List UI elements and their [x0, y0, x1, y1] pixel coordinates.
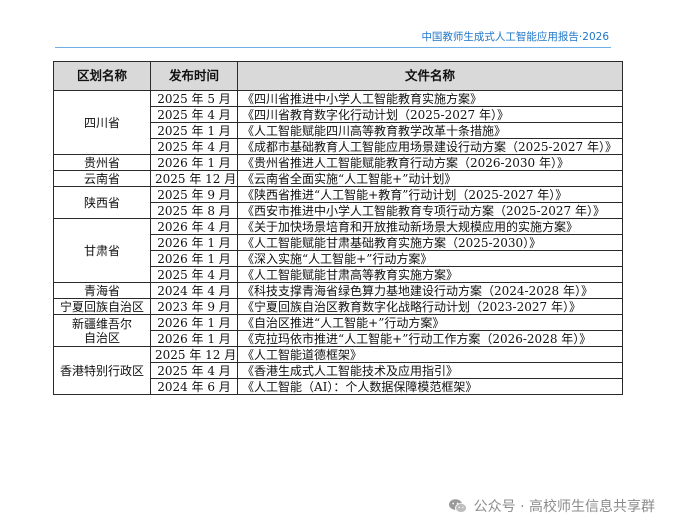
region-cell: 宁夏回族自治区 — [53, 298, 151, 315]
table-row: 宁夏回族自治区 2023 年 9 月《宁夏回族自治区教育数字化战略行动计划（202… — [53, 298, 623, 315]
table-row: 新疆维吾尔 自治区 2026 年 1 月《自治区推进“人工智能+”行动方案》 — [53, 314, 623, 347]
document-cell: 《人工智能赋能四川高等教育教学改革十条措施》 — [237, 122, 623, 139]
document-cell: 《四川省教育数字化行动计划（2025-2027 年）》 — [237, 106, 623, 123]
document-cell: 《人工智能（AI）：个人数据保障模范框架》 — [237, 378, 623, 395]
document-cell: 《香港生成式人工智能技术及应用指引》 — [237, 362, 623, 379]
table-row: 云南省 2025 年 12 月《云南省全面实施“人工智能+”动计划》 — [53, 170, 623, 187]
policy-table: 区划名称 发布时间 文件名称 四川省 2025 年 5 月《四川省推进中小学人工智… — [53, 61, 623, 395]
header-divider — [55, 47, 611, 48]
region-cell: 四川省 — [53, 90, 151, 155]
document-cell: 《西安市推进中小学人工智能教育专项行动方案（2025-2027 年）》 — [237, 202, 623, 219]
table-row: 陕西省 2025 年 9 月《陕西省推进“人工智能+教育”行动计划（2025-20… — [53, 186, 623, 219]
region-cell: 甘肃省 — [53, 218, 151, 283]
column-header-date: 发布时间 — [150, 61, 238, 91]
table-row: 香港特别行政区 2025 年 12 月《人工智能道德框架》 — [53, 346, 623, 395]
watermark: 公众号 · 高校师生信息共享群 — [448, 496, 655, 516]
document-cell: 《云南省全面实施“人工智能+”动计划》 — [237, 170, 623, 187]
region-cell: 陕西省 — [53, 186, 151, 219]
table-body: 四川省 2025 年 5 月《四川省推进中小学人工智能教育实施方案》 2025 年 … — [53, 90, 623, 395]
document-cell: 《成都市基础教育人工智能应用场景建设行动方案（2025-2027 年）》 — [237, 138, 623, 155]
watermark-text: 公众号 · 高校师生信息共享群 — [473, 499, 655, 515]
region-cell: 云南省 — [53, 170, 151, 187]
document-cell: 《克拉玛依市推进“人工智能+”行动工作方案（2026-2028 年）》 — [237, 330, 623, 347]
document-cell: 《自治区推进“人工智能+”行动方案》 — [237, 314, 623, 331]
table-header-row: 区划名称 发布时间 文件名称 — [53, 61, 623, 91]
wechat-icon — [448, 499, 467, 513]
table-row: 四川省 2025 年 5 月《四川省推进中小学人工智能教育实施方案》 — [53, 90, 623, 155]
date-cell: 2025 年 5 月 — [150, 90, 238, 107]
date-cell: 2025 年 4 月 — [150, 266, 238, 283]
date-cell: 2025 年 12 月 — [150, 170, 238, 187]
date-cell: 2025 年 8 月 — [150, 202, 238, 219]
region-cell: 贵州省 — [53, 154, 151, 171]
date-cell: 2025 年 4 月 — [150, 106, 238, 123]
document-cell: 《人工智能赋能甘肃高等教育实施方案》 — [237, 266, 623, 283]
date-cell: 2026 年 1 月 — [150, 234, 238, 251]
table-row: 甘肃省 2026 年 4 月《关于加快场景培育和开放推动新场景大规模应用的实施方案… — [53, 218, 623, 283]
document-cell: 《宁夏回族自治区教育数字化战略行动计划（2023-2027 年）》 — [237, 298, 623, 315]
region-cell: 青海省 — [53, 282, 151, 299]
column-header-document: 文件名称 — [237, 61, 623, 91]
table-row: 青海省 2024 年 4 月《科技支撑青海省绿色算力基地建设行动方案（2024-2… — [53, 282, 623, 299]
report-title: 中国教师生成式人工智能应用报告·2026 — [421, 31, 609, 43]
document-cell: 《贵州省推进人工智能赋能教育行动方案（2026-2030 年）》 — [237, 154, 623, 171]
document-cell: 《人工智能道德框架》 — [237, 346, 623, 363]
date-cell: 2025 年 4 月 — [150, 138, 238, 155]
date-cell: 2026 年 1 月 — [150, 330, 238, 347]
date-cell: 2026 年 1 月 — [150, 154, 238, 171]
document-cell: 《人工智能赋能甘肃基础教育实施方案（2025-2030）》 — [237, 234, 623, 251]
date-cell: 2024 年 4 月 — [150, 282, 238, 299]
document-cell: 《陕西省推进“人工智能+教育”行动计划（2025-2027 年）》 — [237, 186, 623, 203]
date-cell: 2025 年 1 月 — [150, 122, 238, 139]
date-cell: 2025 年 9 月 — [150, 186, 238, 203]
column-header-region: 区划名称 — [53, 61, 151, 91]
date-cell: 2026 年 1 月 — [150, 250, 238, 267]
date-cell: 2023 年 9 月 — [150, 298, 238, 315]
date-cell: 2026 年 4 月 — [150, 218, 238, 235]
table-row: 贵州省 2026 年 1 月《贵州省推进人工智能赋能教育行动方案（2026-203… — [53, 154, 623, 171]
date-cell: 2024 年 6 月 — [150, 378, 238, 395]
region-cell: 香港特别行政区 — [53, 346, 151, 395]
date-cell: 2025 年 4 月 — [150, 362, 238, 379]
document-cell: 《四川省推进中小学人工智能教育实施方案》 — [237, 90, 623, 107]
document-cell: 《科技支撑青海省绿色算力基地建设行动方案（2024-2028 年）》 — [237, 282, 623, 299]
date-cell: 2026 年 1 月 — [150, 314, 238, 331]
date-cell: 2025 年 12 月 — [150, 346, 238, 363]
document-cell: 《深入实施“人工智能+”行动方案》 — [237, 250, 623, 267]
document-cell: 《关于加快场景培育和开放推动新场景大规模应用的实施方案》 — [237, 218, 623, 235]
region-cell: 新疆维吾尔 自治区 — [53, 314, 151, 347]
